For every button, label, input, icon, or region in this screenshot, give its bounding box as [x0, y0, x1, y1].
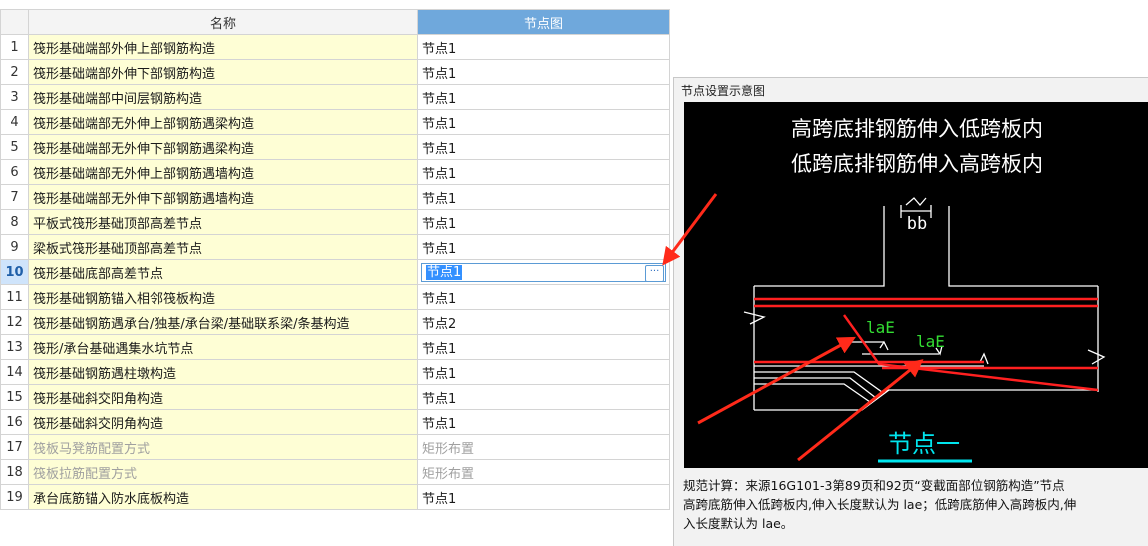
- row-number[interactable]: 13: [0, 334, 29, 360]
- row-number[interactable]: 2: [0, 59, 29, 85]
- diagram-line-2: 低跨底排钢筋伸入高跨板内: [791, 152, 1043, 176]
- row-node-value[interactable]: 节点1: [417, 359, 670, 385]
- row-node-value[interactable]: 节点1: [417, 184, 670, 210]
- node-diagram: 高跨底排钢筋伸入低跨板内 低跨底排钢筋伸入高跨板内 bb laE laE 节点一: [684, 102, 1148, 468]
- table-row[interactable]: 10 筏形基础底部高差节点 节点1 ···: [0, 259, 670, 285]
- row-name: 筏形基础钢筋遇柱墩构造: [28, 359, 418, 385]
- row-node-value[interactable]: 节点1: [417, 134, 670, 160]
- anchor-label-2: laE: [916, 332, 945, 351]
- row-node-value[interactable]: 节点1: [417, 84, 670, 110]
- row-number[interactable]: 16: [0, 409, 29, 435]
- row-number[interactable]: 18: [0, 459, 29, 485]
- row-name: 梁板式筏形基础顶部高差节点: [28, 234, 418, 260]
- row-node-value[interactable]: 节点1: [417, 484, 670, 510]
- row-name: 筏形基础端部外伸上部钢筋构造: [28, 34, 418, 60]
- node-settings-table: 名称 节点图 1 筏形基础端部外伸上部钢筋构造 节点1 2 筏形基础端部外伸下部钢筋构造…: [0, 9, 670, 510]
- table-row[interactable]: 9 梁板式筏形基础顶部高差节点 节点1: [0, 234, 670, 260]
- row-number[interactable]: 6: [0, 159, 29, 185]
- table-row[interactable]: 6 筏形基础端部无外伸上部钢筋遇墙构造 节点1: [0, 159, 670, 185]
- row-name: 筏形基础端部无外伸上部钢筋遇墙构造: [28, 159, 418, 185]
- table-row[interactable]: 13 筏形/承台基础遇集水坑节点 节点1: [0, 334, 670, 360]
- row-number[interactable]: 10: [0, 259, 29, 285]
- row-name: 筏板马凳筋配置方式: [28, 434, 418, 460]
- row-name: 筏形基础斜交阳角构造: [28, 384, 418, 410]
- table-row[interactable]: 19 承台底筋锚入防水底板构造 节点1: [0, 484, 670, 510]
- row-node-value[interactable]: 矩形布置: [417, 434, 670, 460]
- row-name: 平板式筏形基础顶部高差节点: [28, 209, 418, 235]
- node-preview-panel: 节点设置示意图 高跨底排钢筋伸入低跨板内 低跨底排钢筋伸入高跨板内 bb laE…: [673, 77, 1148, 546]
- row-name: 筏形基础端部中间层钢筋构造: [28, 84, 418, 110]
- anchor-label-1: laE: [866, 318, 895, 337]
- row-number[interactable]: 17: [0, 434, 29, 460]
- table-row[interactable]: 17 筏板马凳筋配置方式 矩形布置: [0, 434, 670, 460]
- row-number[interactable]: 7: [0, 184, 29, 210]
- spec-footnote: 规范计算：来源16G101-3第89页和92页“变截面部位钢筋构造”节点 高跨底…: [683, 476, 1148, 533]
- table-row[interactable]: 3 筏形基础端部中间层钢筋构造 节点1: [0, 84, 670, 110]
- row-name: 筏形/承台基础遇集水坑节点: [28, 334, 418, 360]
- row-name: 筏形基础端部无外伸上部钢筋遇梁构造: [28, 109, 418, 135]
- row-name: 承台底筋锚入防水底板构造: [28, 484, 418, 510]
- footnote-line-3: 入长度默认为 lae。: [683, 516, 794, 531]
- table-row[interactable]: 16 筏形基础斜交阴角构造 节点1: [0, 409, 670, 435]
- row-node-value[interactable]: 节点1: [417, 334, 670, 360]
- header-node[interactable]: 节点图: [417, 9, 670, 35]
- panel-title: 节点设置示意图: [681, 84, 766, 98]
- row-name: 筏形基础钢筋遇承台/独基/承台梁/基础联系梁/条基构造: [28, 309, 418, 335]
- row-name: 筏形基础端部外伸下部钢筋构造: [28, 59, 418, 85]
- row-name: 筏形基础斜交阴角构造: [28, 409, 418, 435]
- row-number[interactable]: 8: [0, 209, 29, 235]
- header-name[interactable]: 名称: [28, 9, 418, 35]
- table-row[interactable]: 14 筏形基础钢筋遇柱墩构造 节点1: [0, 359, 670, 385]
- row-number[interactable]: 1: [0, 34, 29, 60]
- row-node-value[interactable]: 节点1: [417, 159, 670, 185]
- node-value-input[interactable]: 节点1 ···: [421, 262, 666, 282]
- footnote-line-2: 高跨底筋伸入低跨板内,伸入长度默认为 lae；低跨底筋伸入高跨板内,伸: [683, 497, 1077, 512]
- table-row[interactable]: 1 筏形基础端部外伸上部钢筋构造 节点1: [0, 34, 670, 60]
- table-row[interactable]: 5 筏形基础端部无外伸下部钢筋遇梁构造 节点1: [0, 134, 670, 160]
- footnote-line-1: 规范计算：来源16G101-3第89页和92页“变截面部位钢筋构造”节点: [683, 478, 1065, 493]
- row-node-value[interactable]: 节点1: [417, 284, 670, 310]
- node-value-editor[interactable]: 节点1 ···: [417, 259, 670, 285]
- row-name: 筏形基础钢筋锚入相邻筏板构造: [28, 284, 418, 310]
- table-row[interactable]: 12 筏形基础钢筋遇承台/独基/承台梁/基础联系梁/条基构造 节点2: [0, 309, 670, 335]
- row-node-value[interactable]: 节点1: [417, 34, 670, 60]
- row-number[interactable]: 19: [0, 484, 29, 510]
- node-caption: 节点一: [888, 430, 960, 458]
- row-node-value[interactable]: 节点1: [417, 234, 670, 260]
- ellipsis-button[interactable]: ···: [645, 264, 664, 282]
- row-number[interactable]: 3: [0, 84, 29, 110]
- row-name: 筏形基础端部无外伸下部钢筋遇梁构造: [28, 134, 418, 160]
- row-name: 筏板拉筋配置方式: [28, 459, 418, 485]
- row-number[interactable]: 12: [0, 309, 29, 335]
- row-number[interactable]: 5: [0, 134, 29, 160]
- row-node-value[interactable]: 节点1: [417, 384, 670, 410]
- row-node-value[interactable]: 矩形布置: [417, 459, 670, 485]
- table-header-row: 名称 节点图: [0, 9, 670, 35]
- row-number[interactable]: 14: [0, 359, 29, 385]
- row-number[interactable]: 15: [0, 384, 29, 410]
- row-number[interactable]: 11: [0, 284, 29, 310]
- header-index: [0, 9, 29, 35]
- row-name: 筏形基础底部高差节点: [28, 259, 418, 285]
- row-node-value[interactable]: 节点1: [417, 59, 670, 85]
- row-name: 筏形基础端部无外伸下部钢筋遇墙构造: [28, 184, 418, 210]
- dim-label-bb: bb: [907, 214, 927, 234]
- table-row[interactable]: 11 筏形基础钢筋锚入相邻筏板构造 节点1: [0, 284, 670, 310]
- row-node-value[interactable]: 节点1: [417, 409, 670, 435]
- table-row[interactable]: 2 筏形基础端部外伸下部钢筋构造 节点1: [0, 59, 670, 85]
- row-number[interactable]: 9: [0, 234, 29, 260]
- table-row[interactable]: 15 筏形基础斜交阳角构造 节点1: [0, 384, 670, 410]
- node-value-selected-text: 节点1: [426, 264, 463, 280]
- table-row[interactable]: 4 筏形基础端部无外伸上部钢筋遇梁构造 节点1: [0, 109, 670, 135]
- row-node-value[interactable]: 节点1: [417, 109, 670, 135]
- table-row[interactable]: 7 筏形基础端部无外伸下部钢筋遇墙构造 节点1: [0, 184, 670, 210]
- row-node-value[interactable]: 节点2: [417, 309, 670, 335]
- table-row[interactable]: 8 平板式筏形基础顶部高差节点 节点1: [0, 209, 670, 235]
- row-node-value[interactable]: 节点1: [417, 209, 670, 235]
- row-number[interactable]: 4: [0, 109, 29, 135]
- diagram-line-1: 高跨底排钢筋伸入低跨板内: [791, 117, 1043, 141]
- table-row[interactable]: 18 筏板拉筋配置方式 矩形布置: [0, 459, 670, 485]
